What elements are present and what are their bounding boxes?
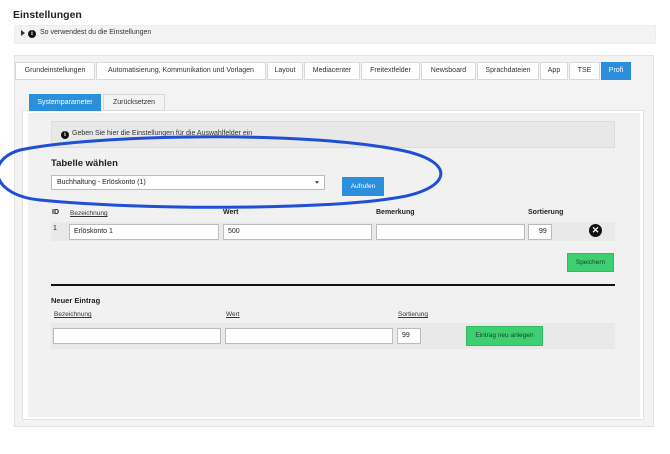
bemerkung-field[interactable] (376, 224, 525, 240)
info-icon: i (28, 30, 36, 38)
col-header-sortierung: Sortierung (528, 209, 564, 216)
info-note-text: Geben Sie hier die Einstellungen für die… (72, 130, 253, 137)
new-wert-field[interactable] (225, 328, 393, 344)
save-button[interactable]: Speichern (567, 253, 614, 272)
tab-mediacenter[interactable]: Mediacenter (304, 62, 360, 80)
info-icon: i (61, 131, 69, 139)
tab-profi[interactable]: Profi (601, 62, 631, 80)
systemparameter-content (28, 113, 640, 417)
sortierung-field[interactable]: 99 (528, 224, 552, 240)
tab-freitextfelder[interactable]: Freitextfelder (361, 62, 420, 80)
caret-right-icon (21, 30, 25, 36)
new-col-sortierung[interactable]: Sortierung (398, 311, 428, 318)
col-header-bezeichnung[interactable]: Bezeichnung (70, 210, 108, 217)
table-select[interactable]: Buchhaltung - Erlöskonto (1) (51, 175, 325, 190)
new-col-bezeichnung[interactable]: Bezeichnung (54, 311, 92, 318)
wert-field[interactable]: 500 (223, 224, 372, 240)
table-select-heading: Tabelle wählen (51, 158, 118, 169)
info-note: i Geben Sie hier die Einstellungen für d… (51, 121, 615, 148)
new-entry-heading: Neuer Eintrag (51, 296, 101, 305)
col-header-bemerkung: Bemerkung (376, 209, 415, 216)
page-title: Einstellungen (13, 9, 82, 21)
section-divider (51, 284, 615, 286)
subtab-zuruecksetzen[interactable]: Zurücksetzen (103, 94, 165, 111)
bezeichnung-field[interactable]: Erlöskonto 1 (69, 224, 219, 240)
chevron-down-icon (315, 181, 319, 184)
tab-sprachdateien[interactable]: Sprachdateien (477, 62, 539, 80)
row-id: 1 (53, 225, 57, 232)
new-col-wert[interactable]: Wert (226, 311, 240, 318)
tab-grundeinstellungen[interactable]: Grundeinstellungen (15, 62, 95, 80)
tab-layout[interactable]: Layout (267, 62, 303, 80)
aufrufen-button[interactable]: Aufrufen (342, 177, 384, 196)
tab-newsboard[interactable]: Newsboard (421, 62, 476, 80)
tab-tse[interactable]: TSE (569, 62, 600, 80)
create-entry-button[interactable]: Eintrag neu anlegen (466, 326, 543, 346)
help-expander-label: So verwendest du die Einstellungen (40, 29, 152, 36)
table-select-value: Buchhaltung - Erlöskonto (1) (57, 179, 146, 186)
subtab-systemparameter[interactable]: Systemparameter (29, 94, 101, 111)
delete-icon[interactable]: ✕ (589, 224, 602, 237)
col-header-id: ID (52, 209, 59, 216)
col-header-wert: Wert (223, 209, 239, 216)
help-expander[interactable]: i So verwendest du die Einstellungen (14, 25, 656, 44)
tab-app[interactable]: App (540, 62, 568, 80)
tab-automatisierung[interactable]: Automatisierung, Kommunikation und Vorla… (96, 62, 266, 80)
new-bezeichnung-field[interactable] (53, 328, 221, 344)
new-sortierung-field[interactable]: 99 (397, 328, 421, 344)
